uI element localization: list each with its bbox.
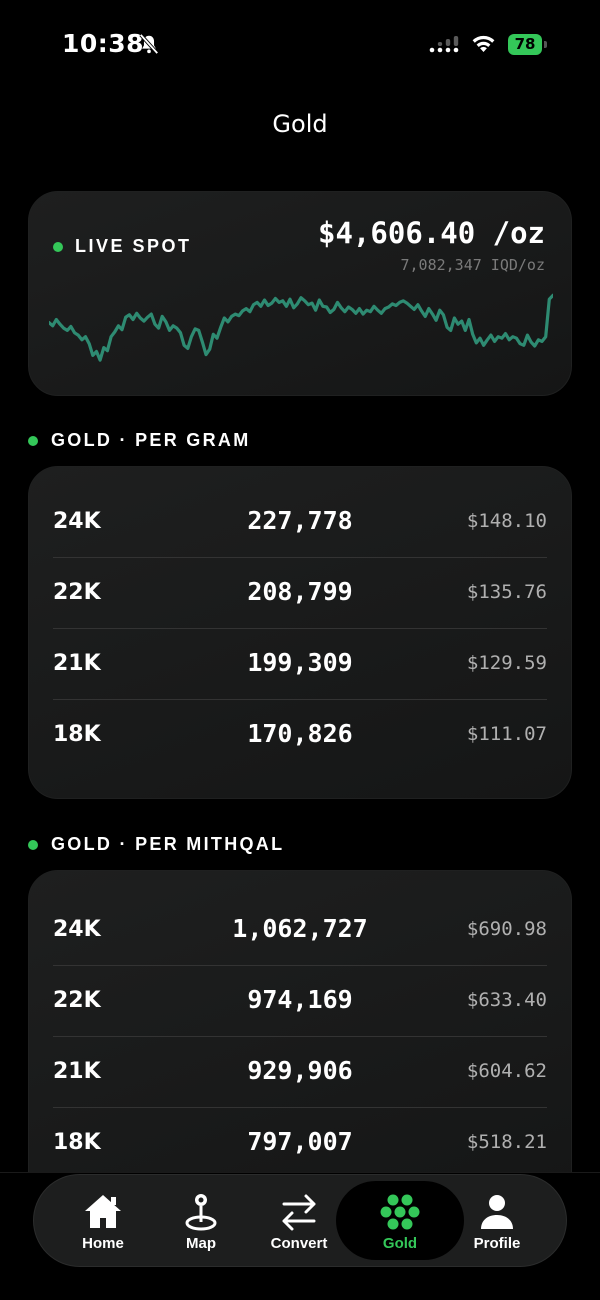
usd-price: $604.62 <box>466 1060 547 1082</box>
usd-price: $633.40 <box>466 989 547 1011</box>
gold-coins-icon <box>380 1194 420 1230</box>
price-row-18k: 18K 797,007 $518.21 <box>53 1108 547 1179</box>
usd-price: $148.10 <box>466 510 547 532</box>
usd-price: $129.59 <box>466 652 547 674</box>
convert-arrows-icon <box>282 1194 316 1231</box>
live-spot-label: LIVE SPOT <box>53 236 192 257</box>
page-title: Gold <box>272 110 328 138</box>
spot-sparkline-chart <box>49 293 553 362</box>
usd-price: $135.76 <box>466 581 547 603</box>
price-row-18k: 18K 170,826 $111.07 <box>53 700 547 771</box>
bell-muted-icon <box>139 33 159 55</box>
per-gram-rows: 24K 227,778 $148.10 22K 208,799 $135.76 21K 199… <box>53 487 547 771</box>
battery-level: 78 <box>508 34 542 55</box>
sparkline-path <box>49 293 553 362</box>
live-spot-card: LIVE SPOT $4,606.40 /oz 7,082,347 IQD/oz <box>28 191 572 396</box>
price-row-24k: 24K 1,062,727 $690.98 <box>53 895 547 966</box>
battery-indicator: 78 <box>508 34 548 55</box>
map-pin-icon <box>185 1194 217 1231</box>
usd-price: $111.07 <box>466 723 547 745</box>
per-mithqal-rows: 24K 1,062,727 $690.98 22K 974,169 $633.40 21K 9… <box>53 895 547 1179</box>
section-title: GOLD · PER MITHQAL <box>51 834 285 854</box>
tab-label: Home <box>82 1235 124 1252</box>
battery-cap <box>544 41 547 48</box>
section-title: GOLD · PER GRAM <box>51 430 251 450</box>
price-row-22k: 22K 208,799 $135.76 <box>53 558 547 629</box>
cellular-signal-icon <box>429 36 459 53</box>
tab-profile[interactable]: Profile <box>442 1181 552 1260</box>
price-row-24k: 24K 227,778 $148.10 <box>53 487 547 558</box>
usd-price: $518.21 <box>466 1131 547 1153</box>
tab-label: Map <box>186 1235 216 1252</box>
price-row-21k: 21K 929,906 $604.62 <box>53 1037 547 1108</box>
status-bar: 10:38 78 <box>0 0 600 90</box>
section-dot <box>28 435 38 446</box>
per-gram-price-table: 24K 227,778 $148.10 22K 208,799 $135.76 21K 199… <box>28 466 572 799</box>
bottom-tab-bar: Home Map Convert Gold Profile <box>33 1174 567 1267</box>
spot-price: $4,606.40 /oz <box>318 216 545 250</box>
spot-price-iqd: 7,082,347 IQD/oz <box>400 256 546 274</box>
price-row-22k: 22K 974,169 $633.40 <box>53 966 547 1037</box>
per-mithqal-price-table: 24K 1,062,727 $690.98 22K 974,169 $633.40 21K 9… <box>28 870 572 1203</box>
section-dot <box>28 839 38 850</box>
section-header-per-mithqal: GOLD · PER MITHQAL <box>28 834 284 855</box>
tab-label: Profile <box>473 1235 521 1252</box>
live-spot-text: LIVE SPOT <box>75 236 192 256</box>
wifi-icon <box>472 35 495 52</box>
tab-home[interactable]: Home <box>48 1181 158 1260</box>
price-row-21k: 21K 199,309 $129.59 <box>53 629 547 700</box>
usd-price: $690.98 <box>466 918 547 940</box>
home-icon <box>85 1195 121 1228</box>
tab-map[interactable]: Map <box>146 1181 256 1260</box>
live-indicator-dot <box>53 241 63 252</box>
section-header-per-gram: GOLD · PER GRAM <box>28 430 251 451</box>
status-time: 10:38 <box>62 29 145 58</box>
profile-icon <box>481 1195 513 1229</box>
